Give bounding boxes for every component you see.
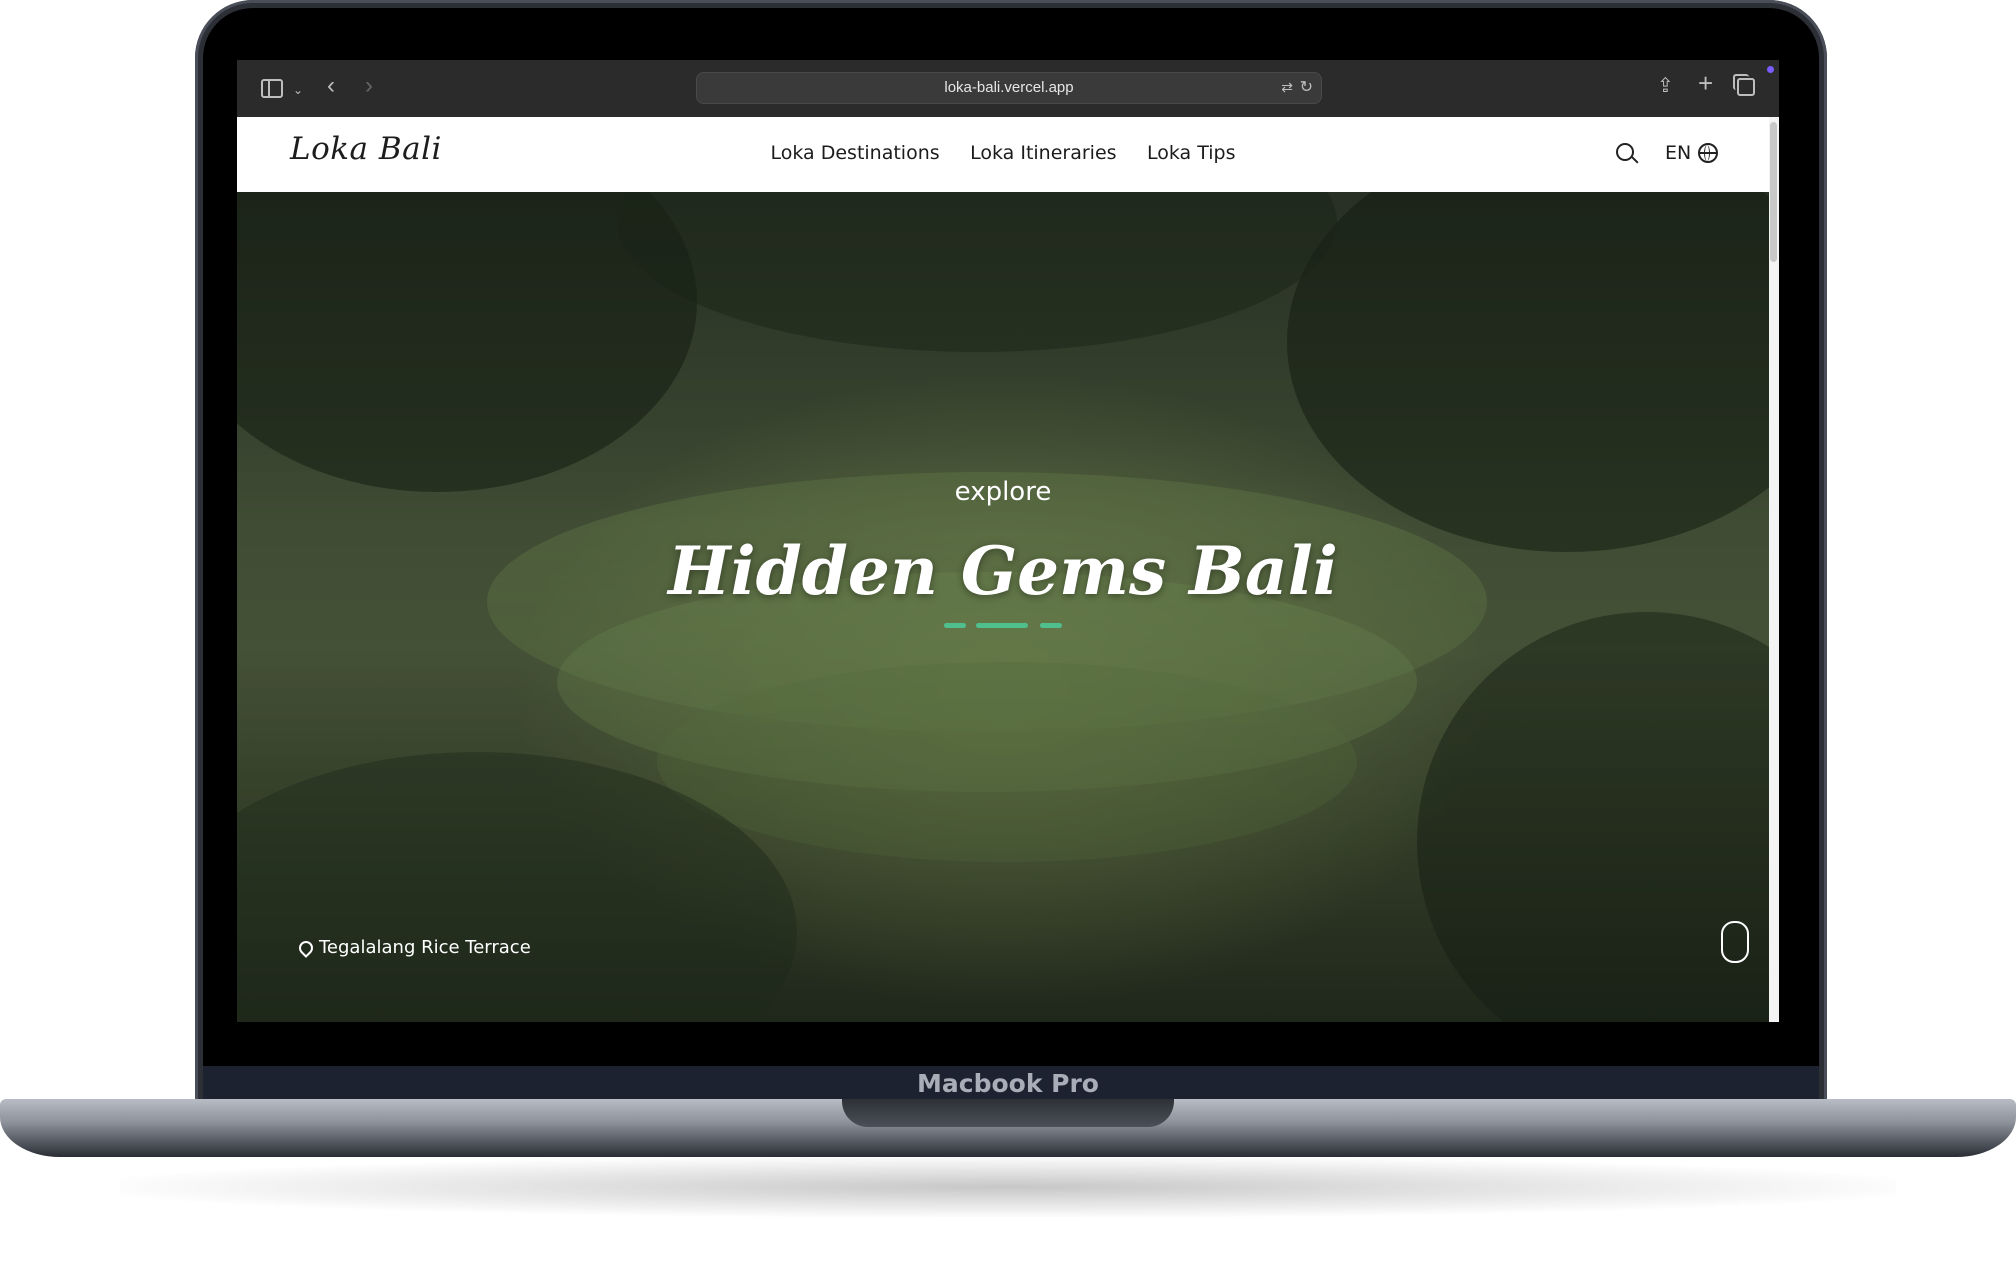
address-bar[interactable]: loka-bali.vercel.app ⇄ ↻ bbox=[696, 72, 1322, 104]
underline-dash bbox=[976, 623, 1028, 628]
scroll-mouse-icon[interactable] bbox=[1721, 921, 1749, 963]
webpage: Loka Bali Loka Destinations Loka Itinera… bbox=[237, 117, 1769, 1022]
extension-indicator bbox=[1767, 66, 1774, 73]
chevron-down-icon[interactable]: ⌄ bbox=[293, 80, 303, 100]
forward-arrow-icon[interactable]: › bbox=[365, 74, 373, 98]
search-icon[interactable] bbox=[1616, 143, 1634, 161]
globe-icon[interactable] bbox=[1698, 143, 1718, 163]
nav-link-tips[interactable]: Loka Tips bbox=[1147, 142, 1236, 164]
device-label: Macbook Pro bbox=[917, 1069, 1099, 1098]
translate-icon[interactable]: ⇄ bbox=[1281, 79, 1293, 96]
nav-links: Loka Destinations Loka Itineraries Loka … bbox=[237, 142, 1769, 164]
reload-icon[interactable]: ↻ bbox=[1300, 77, 1313, 97]
hero-kicker: explore bbox=[954, 477, 1052, 507]
laptop-notch bbox=[842, 1099, 1174, 1127]
nav-link-destinations[interactable]: Loka Destinations bbox=[771, 142, 940, 164]
title-underline bbox=[944, 623, 1064, 628]
hero-section: explore Hidden Gems Bali Tegalalang Rice… bbox=[237, 192, 1769, 1022]
laptop-shadow bbox=[120, 1157, 1896, 1217]
share-icon[interactable]: ⇪ bbox=[1657, 76, 1674, 96]
location-caption: Tegalalang Rice Terrace bbox=[319, 937, 531, 958]
browser-toolbar: ⌄ ‹ › loka-bali.vercel.app ⇄ ↻ ⇪ + bbox=[237, 60, 1779, 118]
page-scrollbar-thumb[interactable] bbox=[1770, 122, 1777, 262]
tabs-icon[interactable] bbox=[1733, 74, 1755, 96]
underline-dash bbox=[1040, 623, 1062, 628]
underline-dash bbox=[944, 623, 966, 628]
url-text[interactable]: loka-bali.vercel.app bbox=[697, 79, 1321, 96]
sidebar-icon[interactable] bbox=[261, 79, 283, 98]
back-arrow-icon[interactable]: ‹ bbox=[327, 74, 335, 98]
language-selector[interactable]: EN bbox=[1665, 142, 1691, 164]
nav-link-itineraries[interactable]: Loka Itineraries bbox=[970, 142, 1116, 164]
site-navbar: Loka Bali Loka Destinations Loka Itinera… bbox=[237, 117, 1769, 192]
screen: ⌄ ‹ › loka-bali.vercel.app ⇄ ↻ ⇪ + Loka … bbox=[237, 60, 1779, 1022]
hero-title: Hidden Gems Bali bbox=[668, 532, 1338, 610]
new-tab-icon[interactable]: + bbox=[1698, 70, 1713, 96]
